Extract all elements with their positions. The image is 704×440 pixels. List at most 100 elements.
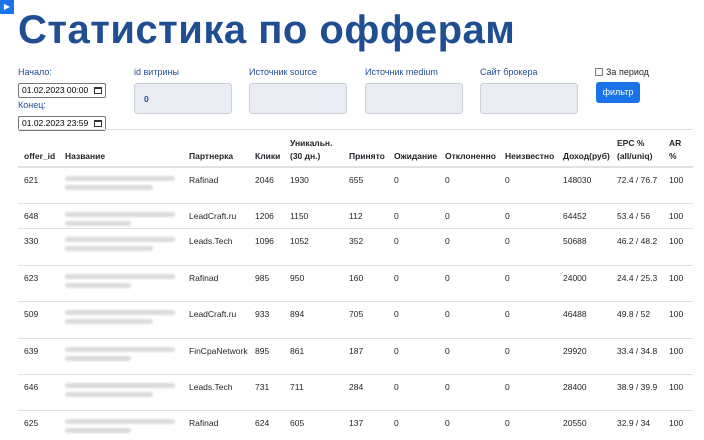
cell-partner: Rafinad xyxy=(189,273,219,283)
col-header-offer-id[interactable]: offer_id xyxy=(24,150,55,163)
cell-partner: LeadCraft.ru xyxy=(189,211,237,221)
end-date-value: 01.02.2023 23:59 xyxy=(22,118,89,128)
cell-offer-id: 625 xyxy=(24,418,39,428)
cell-ar: 100 xyxy=(669,346,684,356)
cell-accepted: 284 xyxy=(349,382,364,392)
cell-ar: 100 xyxy=(669,273,684,283)
col-header-epc-line1: EPC % xyxy=(617,138,645,148)
cell-income: 46488 xyxy=(563,309,587,319)
row-divider xyxy=(18,265,693,266)
end-date-label: Конец: xyxy=(18,100,46,110)
period-checkbox[interactable] xyxy=(595,68,603,76)
cell-waiting: 0 xyxy=(394,309,399,319)
cell-offer-id: 646 xyxy=(24,382,39,392)
col-header-ar[interactable]: AR % xyxy=(669,137,681,163)
period-checkbox-label: За период xyxy=(606,67,649,77)
col-header-name[interactable]: Название xyxy=(65,150,105,163)
cell-name-redacted xyxy=(65,212,175,234)
cell-accepted: 160 xyxy=(349,273,364,283)
cell-name-redacted xyxy=(65,274,175,296)
col-header-unique-line1: Уникальн. xyxy=(290,138,333,148)
cell-partner: Leads.Tech xyxy=(189,236,233,246)
calendar-icon[interactable] xyxy=(94,120,102,127)
cell-unique: 894 xyxy=(290,309,305,319)
cell-unique: 1150 xyxy=(290,211,309,221)
cell-epc: 53.4 / 56 xyxy=(617,211,651,221)
cell-accepted: 352 xyxy=(349,236,364,246)
period-checkbox-wrapper[interactable]: За период xyxy=(595,67,649,77)
col-header-clicks[interactable]: Клики xyxy=(255,150,280,163)
cell-epc: 72.4 / 76.7 xyxy=(617,175,658,185)
col-header-income[interactable]: Доход(руб) xyxy=(563,150,610,163)
cell-name-redacted xyxy=(65,310,175,332)
cell-ar: 100 xyxy=(669,309,684,319)
cell-ar: 100 xyxy=(669,175,684,185)
cell-clicks: 985 xyxy=(255,273,270,283)
cell-offer-id: 623 xyxy=(24,273,39,283)
col-header-waiting[interactable]: Ожидание xyxy=(394,150,437,163)
cell-income: 64452 xyxy=(563,211,587,221)
cell-income: 24000 xyxy=(563,273,587,283)
cell-unknown: 0 xyxy=(505,175,510,185)
cell-ar: 100 xyxy=(669,382,684,392)
broker-site-input[interactable] xyxy=(480,83,578,114)
source-input[interactable] xyxy=(249,83,347,114)
cell-epc: 49.8 / 52 xyxy=(617,309,651,319)
cell-name-redacted xyxy=(65,347,175,369)
cell-accepted: 705 xyxy=(349,309,364,319)
cell-unknown: 0 xyxy=(505,309,510,319)
cell-unique: 711 xyxy=(290,382,304,392)
cell-clicks: 2046 xyxy=(255,175,274,185)
col-header-unique-line2: (30 дн.) xyxy=(290,151,321,161)
col-header-accepted[interactable]: Принято xyxy=(349,150,385,163)
cell-waiting: 0 xyxy=(394,236,399,246)
calendar-icon[interactable] xyxy=(94,87,102,94)
cell-waiting: 0 xyxy=(394,346,399,356)
cell-epc: 32.9 / 34 xyxy=(617,418,651,428)
cell-waiting: 0 xyxy=(394,382,399,392)
filter-button[interactable]: фильтр xyxy=(596,82,640,103)
table-top-border xyxy=(18,129,693,130)
cell-epc: 24.4 / 25.3 xyxy=(617,273,658,283)
cell-income: 28400 xyxy=(563,382,587,392)
cell-offer-id: 509 xyxy=(24,309,39,319)
cell-partner: Rafinad xyxy=(189,418,219,428)
cell-offer-id: 330 xyxy=(24,236,39,246)
cell-accepted: 655 xyxy=(349,175,364,185)
cell-clicks: 1206 xyxy=(255,211,274,221)
cell-unknown: 0 xyxy=(505,346,510,356)
col-header-rejected[interactable]: Отклоненно xyxy=(445,150,496,163)
cell-epc: 46.2 / 48.2 xyxy=(617,236,658,246)
col-header-epc-line2: (all/uniq) xyxy=(617,151,653,161)
cell-partner: Leads.Tech xyxy=(189,382,233,392)
col-header-partner[interactable]: Партнерка xyxy=(189,150,233,163)
cell-waiting: 0 xyxy=(394,273,399,283)
showcase-id-input[interactable]: 0 xyxy=(134,83,232,114)
row-divider xyxy=(18,203,693,204)
col-header-unknown[interactable]: Неизвестно xyxy=(505,150,554,163)
cell-rejected: 0 xyxy=(445,382,450,392)
col-header-epc[interactable]: EPC % (all/uniq) xyxy=(617,137,652,163)
cell-income: 148030 xyxy=(563,175,592,185)
table-header-divider xyxy=(18,166,693,168)
row-divider xyxy=(18,228,693,229)
cell-clicks: 731 xyxy=(255,382,270,392)
cell-unknown: 0 xyxy=(505,236,510,246)
cell-unique: 950 xyxy=(290,273,305,283)
cell-clicks: 624 xyxy=(255,418,270,428)
cell-ar: 100 xyxy=(669,211,684,221)
cell-rejected: 0 xyxy=(445,346,450,356)
cell-ar: 100 xyxy=(669,418,684,428)
row-divider xyxy=(18,410,693,411)
cell-accepted: 112 xyxy=(349,211,363,221)
cell-unique: 605 xyxy=(290,418,305,428)
cell-income: 20550 xyxy=(563,418,587,428)
cell-rejected: 0 xyxy=(445,211,450,221)
col-header-ar-line1: AR xyxy=(669,138,682,148)
cell-accepted: 187 xyxy=(349,346,364,356)
cell-income: 50688 xyxy=(563,236,587,246)
start-date-input[interactable]: 01.02.2023 00:00 xyxy=(18,83,106,98)
col-header-unique[interactable]: Уникальн. (30 дн.) xyxy=(290,137,332,163)
medium-input[interactable] xyxy=(365,83,463,114)
sidebar-toggle-icon[interactable]: ▶ xyxy=(0,0,14,14)
